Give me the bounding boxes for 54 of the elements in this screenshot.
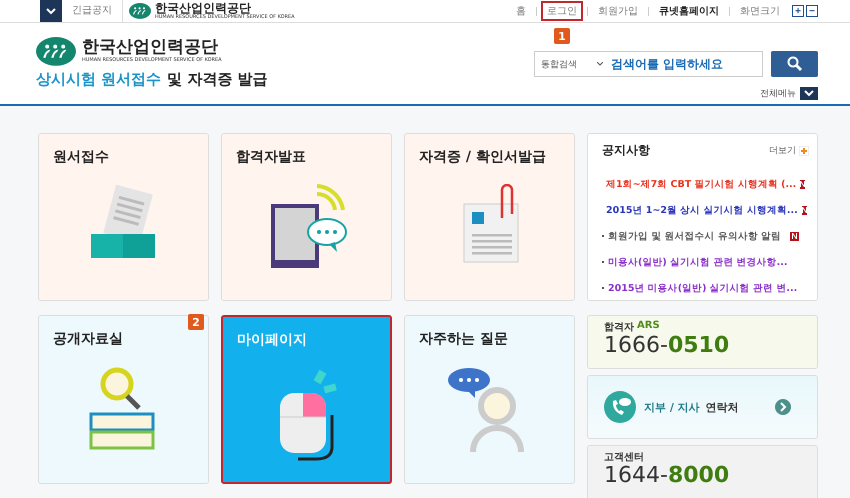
tile-label: 자격증 / 확인서발급 <box>419 148 546 166</box>
search-button[interactable] <box>771 51 818 77</box>
tile-label: 마이페이지 <box>237 331 307 349</box>
zoom-button[interactable]: + <box>792 5 804 17</box>
all-menu-button[interactable]: 전체메뉴 <box>760 87 818 100</box>
menu-toggle-button[interactable] <box>40 0 62 22</box>
notice-link[interactable]: 2015년 1~2월 상시 실기시험 시행계획... <box>606 204 798 216</box>
phone-label: 합격자 <box>604 321 634 334</box>
notice-link[interactable]: 2015년 미용사(일반) 실기시험 관련 변... <box>608 282 798 294</box>
tile-label: 원서접수 <box>53 148 109 166</box>
phone-number: 1666- <box>604 334 668 358</box>
top-link[interactable]: 홈 <box>510 1 532 21</box>
menu-tile[interactable]: 합격자발표 <box>221 133 392 301</box>
search-field[interactable]: 통합검색 검색어를 입력하세요 <box>534 51 763 77</box>
phone-number: 1644- <box>604 464 668 488</box>
tile-label: 합격자발표 <box>236 148 306 166</box>
branch-contact-link[interactable]: 지부 / 지사 연락처 <box>587 375 818 439</box>
emergency-notice-link[interactable]: 긴급공지 <box>62 0 123 22</box>
step-badge: 1 <box>554 28 570 44</box>
logo-name: 한국산업인력공단 <box>82 39 218 58</box>
notice-title: 공지사항 <box>602 142 650 159</box>
chevron-down-icon <box>800 87 818 100</box>
phone-label: 고객센터 <box>604 451 644 464</box>
plus-icon <box>799 146 809 156</box>
chevron-down-icon <box>46 8 56 14</box>
more-link[interactable]: 더보기 <box>769 144 809 157</box>
phone-number: 8000 <box>668 464 730 488</box>
logo-icon <box>36 37 76 66</box>
logo-name: 한국산업인력공단 <box>155 2 251 14</box>
tile-label: 자주하는 질문 <box>419 330 508 348</box>
notice-link[interactable]: 회원가입 및 원서접수시 유의사항 알림 <box>608 230 782 242</box>
menu-tile[interactable]: 자주하는 질문 <box>404 315 575 484</box>
menu-tile[interactable]: 자격증 / 확인서발급 <box>404 133 575 301</box>
notice-link[interactable]: 미용사(일반) 실기시험 관련 변경사항... <box>608 256 788 268</box>
chevron-right-icon <box>775 399 791 415</box>
search-icon <box>786 56 802 72</box>
phone-label: ARS <box>637 320 660 333</box>
service-title: 및 자격증 발급 <box>167 70 268 89</box>
menu-tile[interactable]: 공개자료실 2 <box>38 315 209 484</box>
logo-icon <box>129 3 151 19</box>
chevron-down-icon <box>597 62 603 66</box>
top-link[interactable]: 회원가입 <box>592 1 644 21</box>
menu-tile[interactable]: 원서접수 <box>38 133 209 301</box>
step-badge: 2 <box>188 314 204 330</box>
top-link[interactable]: 로그인 <box>541 1 583 21</box>
tile-label: 공개자료실 <box>53 330 123 348</box>
zoom-button[interactable]: − <box>806 5 818 17</box>
phone-number: 0510 <box>668 334 730 358</box>
notice-link[interactable]: 제1회~제7회 CBT 필기시험 시행계획 (... <box>606 178 796 190</box>
phone-chat-icon <box>604 391 636 423</box>
service-title: 상시시험 원서접수 <box>36 70 162 89</box>
search-scope-select[interactable]: 통합검색 <box>535 58 609 70</box>
top-link[interactable]: 화면크기 <box>734 1 786 21</box>
top-link[interactable]: 큐넷홈페이지 <box>653 1 725 21</box>
